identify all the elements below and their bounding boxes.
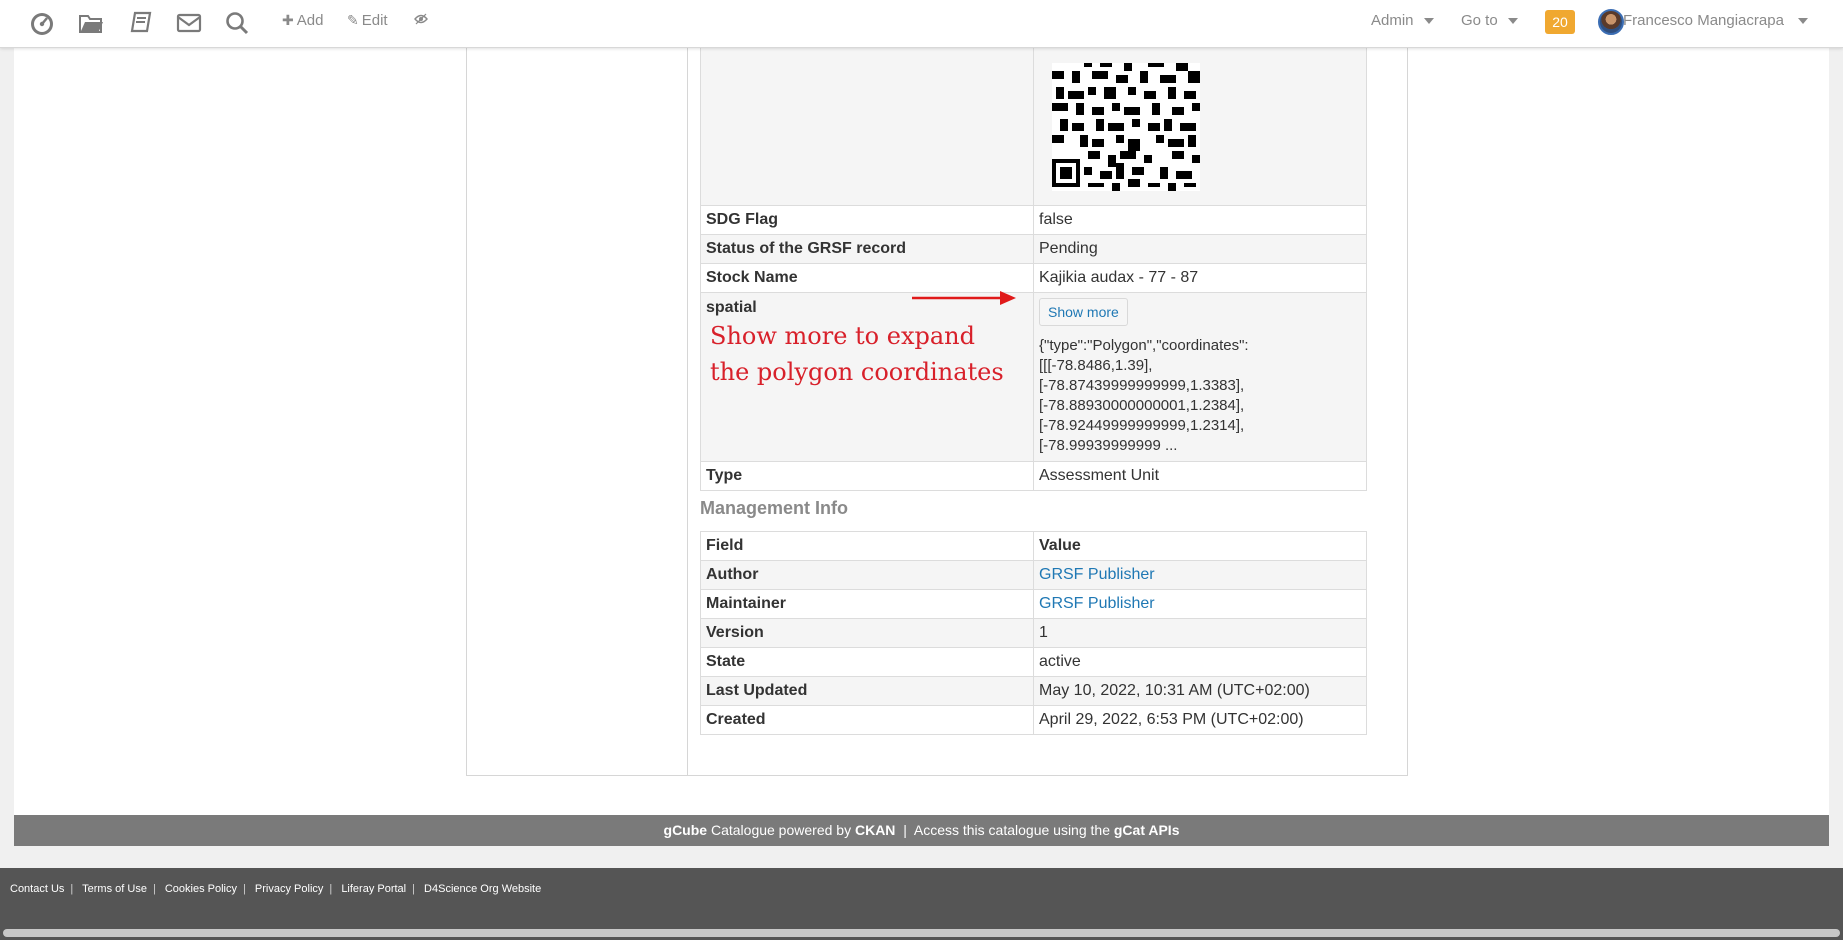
plus-icon: ✚ xyxy=(282,12,294,28)
table-header-row: Field Value xyxy=(700,531,1367,561)
add-button[interactable]: ✚ Add xyxy=(282,12,323,29)
management-info-title: Management Info xyxy=(700,498,849,518)
show-more-button[interactable]: Show more xyxy=(1039,298,1128,326)
left-sidebar-column xyxy=(467,47,688,775)
table-row: Stock Name Kajikia audax - 77 - 87 xyxy=(700,263,1367,293)
folder-icon[interactable] xyxy=(78,10,104,36)
annotation-arrow-icon xyxy=(912,291,1016,305)
table-row: Status of the GRSF record Pending xyxy=(700,234,1367,264)
annotation-text: Show more to expand the polygon coordina… xyxy=(710,322,1004,386)
user-menu[interactable]: Francesco Mangiacrapa xyxy=(1623,12,1808,29)
table-row: Version 1 xyxy=(700,618,1367,648)
table-row: Type Assessment Unit xyxy=(700,461,1367,491)
ckan-link[interactable]: CKAN xyxy=(855,822,895,838)
privacy-policy-link[interactable]: Privacy Policy xyxy=(255,883,329,895)
table-row: Last Updated May 10, 2022, 10:31 AM (UTC… xyxy=(700,676,1367,706)
admin-dropdown[interactable]: Admin xyxy=(1371,12,1434,29)
table-row: Maintainer GRSF Publisher xyxy=(700,589,1367,619)
gcube-link[interactable]: gCube xyxy=(664,822,708,838)
notifications-badge[interactable]: 20 xyxy=(1545,10,1575,34)
goto-dropdown[interactable]: Go to xyxy=(1461,12,1518,29)
books-icon[interactable] xyxy=(128,10,154,36)
footer-links: Contact Us | Terms of Use | Cookies Policy… xyxy=(10,883,547,895)
maintainer-link[interactable]: GRSF Publisher xyxy=(1039,595,1155,612)
table-row: Created April 29, 2022, 6:53 PM (UTC+02:… xyxy=(700,705,1367,735)
search-icon[interactable] xyxy=(224,10,250,36)
edit-button[interactable]: ✎ Edit xyxy=(347,12,388,29)
visibility-icon[interactable] xyxy=(414,12,428,29)
table-row: State active xyxy=(700,647,1367,677)
catalogue-footer: gCube Catalogue powered by CKAN | Access… xyxy=(14,815,1829,846)
spatial-coordinates: {"type":"Polygon","coordinates": [[[-78.… xyxy=(1039,337,1249,454)
terms-of-use-link[interactable]: Terms of Use xyxy=(82,883,153,895)
avatar[interactable] xyxy=(1598,9,1624,35)
caret-down-icon xyxy=(1797,18,1808,25)
mail-icon[interactable] xyxy=(176,10,202,36)
table-row: SDG Flag false xyxy=(700,205,1367,235)
edit-icon: ✎ xyxy=(347,12,359,28)
management-table: Field Value Author GRSF Publisher Mainta… xyxy=(700,531,1367,735)
cookies-policy-link[interactable]: Cookies Policy xyxy=(165,883,243,895)
dashboard-icon[interactable] xyxy=(29,10,55,36)
qr-code-image xyxy=(1052,63,1200,191)
top-navigation-bar: ✚ Add ✎ Edit Admin Go to 20 Francesco Mang… xyxy=(0,0,1843,48)
liferay-portal-link[interactable]: Liferay Portal xyxy=(341,883,412,895)
d4science-website-link[interactable]: D4Science Org Website xyxy=(424,883,547,895)
caret-down-icon xyxy=(1507,18,1518,25)
record-table: SDG Flag false Status of the GRSF record… xyxy=(700,40,1367,491)
gcat-apis-link[interactable]: gCat APIs xyxy=(1114,822,1180,838)
horizontal-scrollbar[interactable] xyxy=(3,929,1840,937)
contact-us-link[interactable]: Contact Us xyxy=(10,883,70,895)
qr-row-key xyxy=(700,40,1034,206)
author-link[interactable]: GRSF Publisher xyxy=(1039,566,1155,583)
table-row: Author GRSF Publisher xyxy=(700,560,1367,590)
qr-row-value xyxy=(1033,40,1367,206)
caret-down-icon xyxy=(1423,18,1434,25)
